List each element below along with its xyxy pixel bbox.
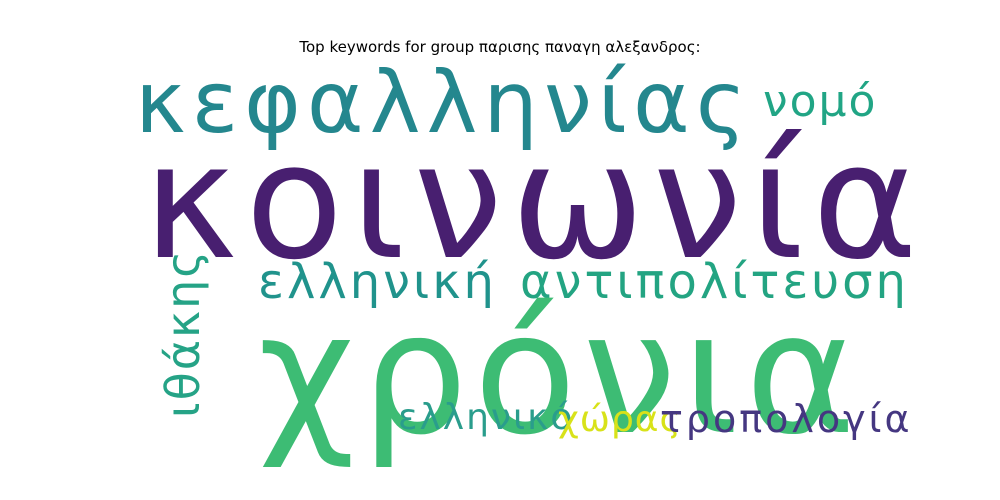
word-ithakis: ιθάκης: [156, 248, 210, 418]
word-elliniko: ελληνικό: [398, 397, 575, 438]
word-nomo: νομό: [763, 76, 878, 127]
word-cloud: κεφαλληνίας κοινωνία νομό ελληνική αντιπ…: [0, 0, 1000, 500]
word-tropologia: τροπολογία: [660, 397, 913, 441]
